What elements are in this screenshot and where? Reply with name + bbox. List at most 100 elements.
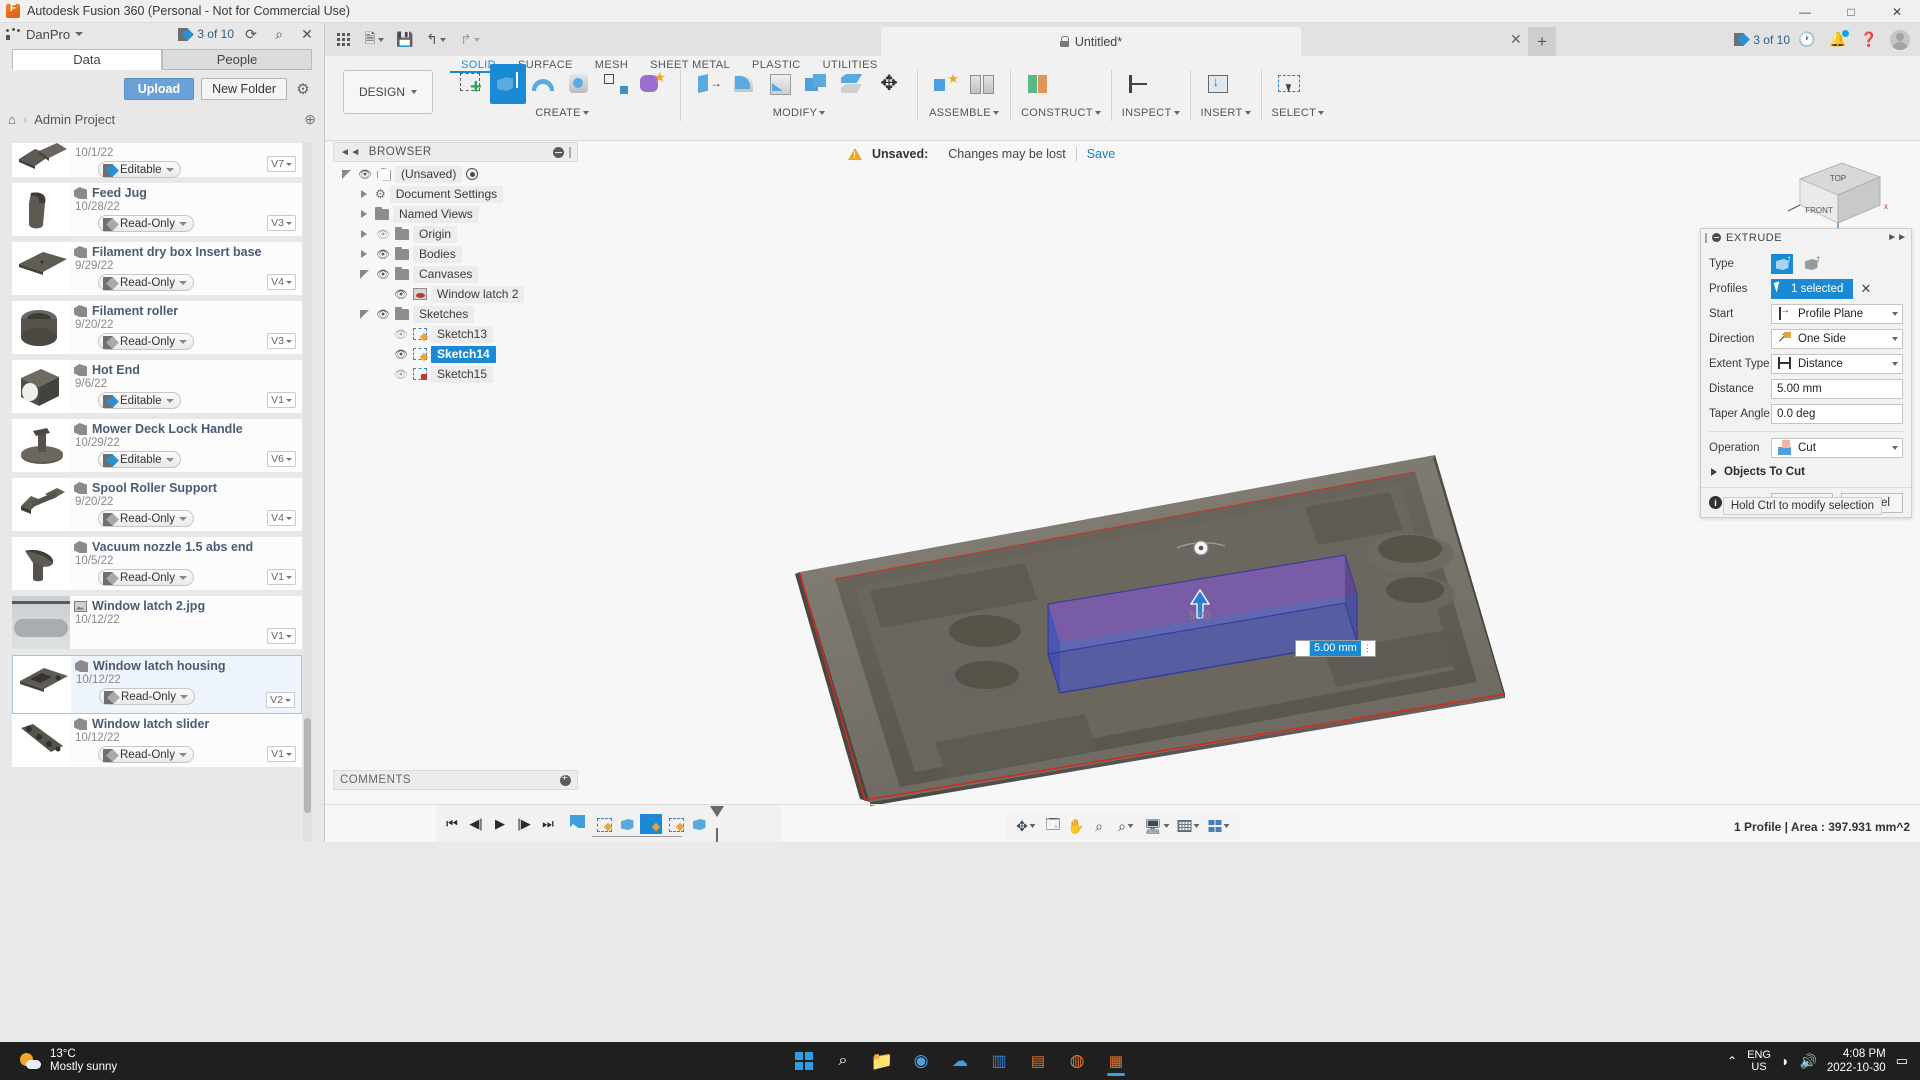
visibility-eye-off-icon[interactable]: 👁 bbox=[375, 226, 391, 242]
list-item[interactable]: 10/1/22EditableV7 bbox=[12, 143, 302, 183]
browser-node-window-latch-2[interactable]: 👁Window latch 2 bbox=[333, 284, 578, 304]
browser-node-document-settings[interactable]: ⚙Document Settings bbox=[333, 184, 578, 204]
file-explorer-icon[interactable]: 📁 bbox=[865, 1044, 899, 1078]
ribbon-group-label-assemble[interactable]: ASSEMBLE bbox=[928, 104, 1000, 119]
pattern-button[interactable] bbox=[598, 64, 634, 104]
collapse-twisty[interactable] bbox=[339, 164, 353, 184]
version-dropdown[interactable]: V3 bbox=[267, 333, 296, 349]
workspace-selector[interactable]: DESIGN bbox=[343, 70, 433, 114]
timeline-feature-3[interactable] bbox=[640, 814, 662, 834]
play-icon[interactable]: ▶ bbox=[492, 816, 508, 832]
new-component-button[interactable] bbox=[928, 64, 964, 104]
expand-twisty[interactable] bbox=[357, 244, 371, 264]
permission-dropdown[interactable]: Read-Only bbox=[98, 333, 194, 350]
upload-button[interactable]: Upload bbox=[124, 78, 194, 100]
edit-count-badge[interactable]: 3 of 10 bbox=[178, 27, 234, 41]
ribbon-group-label-construct[interactable]: CONSTRUCT bbox=[1021, 104, 1101, 119]
file-list-scrollbar[interactable] bbox=[303, 143, 312, 841]
press-pull-button[interactable] bbox=[691, 64, 727, 104]
home-icon[interactable]: ⌂ bbox=[8, 112, 16, 127]
viewport[interactable]: 5.00 ◄◄ BROWSER 👁(Unsaved)⚙Document Sett… bbox=[325, 142, 1920, 842]
new-folder-button[interactable]: New Folder bbox=[201, 78, 287, 100]
info-icon[interactable]: i bbox=[1709, 496, 1722, 509]
create-sketch-button[interactable] bbox=[454, 64, 490, 104]
version-dropdown[interactable]: V6 bbox=[267, 451, 296, 467]
go-to-end-icon[interactable]: ⏭ bbox=[540, 816, 556, 832]
clock-icon[interactable]: 🕐 bbox=[1793, 26, 1821, 53]
timeline-feature-0[interactable] bbox=[568, 814, 590, 834]
browser-node-unsaved[interactable]: 👁(Unsaved) bbox=[333, 164, 578, 184]
grip-icon[interactable] bbox=[1705, 233, 1707, 243]
list-item[interactable]: Spool Roller Support9/20/22Read-OnlyV4 bbox=[12, 478, 302, 537]
collapse-twisty[interactable] bbox=[357, 304, 371, 324]
pan-icon[interactable]: ✋ bbox=[1065, 815, 1087, 837]
create-form-button[interactable] bbox=[634, 64, 670, 104]
extrude-button[interactable] bbox=[490, 64, 526, 104]
ribbon-group-label-modify[interactable]: MODIFY bbox=[691, 104, 907, 119]
chrome-icon[interactable]: ◉ bbox=[904, 1044, 938, 1078]
visibility-eye-icon[interactable]: 👁 bbox=[375, 246, 391, 262]
version-dropdown[interactable]: V4 bbox=[267, 274, 296, 290]
volume-icon[interactable]: 🔊 bbox=[1799, 1053, 1816, 1070]
tray-chevron-icon[interactable]: ⌃ bbox=[1727, 1054, 1737, 1068]
go-to-start-icon[interactable]: ⏮ bbox=[444, 816, 460, 832]
visibility-eye-icon[interactable]: 👁 bbox=[375, 266, 391, 282]
redo-icon[interactable]: ↱ bbox=[453, 26, 487, 53]
dim-options-icon[interactable]: ⋮ bbox=[1361, 643, 1375, 654]
timeline-feature-4[interactable] bbox=[664, 814, 686, 834]
visibility-eye-icon[interactable]: 👁 bbox=[393, 346, 409, 362]
add-comment-icon[interactable] bbox=[560, 775, 571, 786]
list-item[interactable]: Mower Deck Lock Handle10/29/22EditableV6 bbox=[12, 419, 302, 478]
ribbon-group-label-inspect[interactable]: INSPECT bbox=[1122, 104, 1180, 119]
new-document-icon[interactable]: 🗎 bbox=[357, 26, 391, 53]
taper-angle-input[interactable]: 0.0 deg bbox=[1771, 404, 1903, 424]
version-dropdown[interactable]: V1 bbox=[267, 628, 296, 644]
browser-node-sketch15[interactable]: 👁Sketch15 bbox=[333, 364, 578, 384]
ribbon-group-label-create[interactable]: CREATE bbox=[454, 104, 670, 119]
document-tab-close-icon[interactable]: ✕ bbox=[1510, 31, 1522, 48]
qat-edit-count[interactable]: 3 of 10 bbox=[1734, 33, 1790, 47]
insert-derive-button[interactable] bbox=[1201, 64, 1237, 104]
breadcrumb-project[interactable]: Admin Project bbox=[34, 112, 115, 127]
list-item[interactable]: Filament roller9/20/22Read-OnlyV3 bbox=[12, 301, 302, 360]
browser-node-named-views[interactable]: Named Views bbox=[333, 204, 578, 224]
browser-node-canvases[interactable]: 👁Canvases bbox=[333, 264, 578, 284]
wifi-icon[interactable]: ◗ bbox=[1781, 1053, 1789, 1069]
notification-icon[interactable]: ▭ bbox=[1896, 1053, 1908, 1069]
orbit-icon[interactable]: ✥ bbox=[1011, 815, 1041, 837]
undo-icon[interactable]: ↰ bbox=[419, 26, 453, 53]
maximize-button[interactable]: □ bbox=[1828, 0, 1874, 23]
tab-people[interactable]: People bbox=[162, 49, 312, 70]
objects-to-cut-section[interactable]: Objects To Cut bbox=[1709, 460, 1903, 483]
browser-node-sketch14[interactable]: 👁Sketch14 bbox=[333, 344, 578, 364]
step-back-icon[interactable]: ◀| bbox=[468, 816, 484, 832]
measure-button[interactable] bbox=[1122, 64, 1158, 104]
search-icon[interactable]: ⌕ bbox=[268, 23, 290, 45]
grid-snap-icon[interactable] bbox=[1173, 815, 1203, 837]
shell-button[interactable] bbox=[763, 64, 799, 104]
twisty[interactable] bbox=[375, 324, 389, 344]
direction-select[interactable]: One Side bbox=[1771, 329, 1903, 349]
clock[interactable]: 4:08 PM2022-10-30 bbox=[1827, 1047, 1886, 1075]
visibility-eye-icon[interactable]: 👁 bbox=[357, 166, 373, 182]
list-item[interactable]: Vacuum nozzle 1.5 abs end10/5/22Read-Onl… bbox=[12, 537, 302, 596]
joint-button[interactable] bbox=[964, 64, 1000, 104]
store-icon[interactable]: ▥ bbox=[982, 1044, 1016, 1078]
visibility-eye-icon[interactable]: 👁 bbox=[375, 306, 391, 322]
browser-node-origin[interactable]: 👁Origin bbox=[333, 224, 578, 244]
active-component-radio[interactable] bbox=[466, 168, 478, 180]
select-button[interactable] bbox=[1272, 64, 1308, 104]
list-item[interactable]: Window latch slider10/12/22Read-OnlyV1 bbox=[12, 714, 302, 773]
fusion360-active-icon[interactable]: ▦ bbox=[1099, 1044, 1133, 1078]
new-tab-button[interactable]: + bbox=[1528, 27, 1556, 56]
close-button[interactable]: ✕ bbox=[1874, 0, 1920, 23]
app-grid-icon[interactable] bbox=[329, 26, 357, 53]
move-copy-button[interactable]: ✥ bbox=[871, 64, 907, 104]
grip-icon[interactable] bbox=[569, 147, 571, 158]
minimize-button[interactable]: — bbox=[1782, 0, 1828, 23]
scrollbar-thumb[interactable] bbox=[304, 718, 311, 813]
permission-dropdown[interactable]: Read-Only bbox=[98, 215, 194, 232]
ribbon-group-label-select[interactable]: SELECT bbox=[1272, 104, 1325, 119]
permission-dropdown[interactable]: Read-Only bbox=[98, 274, 194, 291]
tab-data[interactable]: Data bbox=[12, 49, 162, 70]
